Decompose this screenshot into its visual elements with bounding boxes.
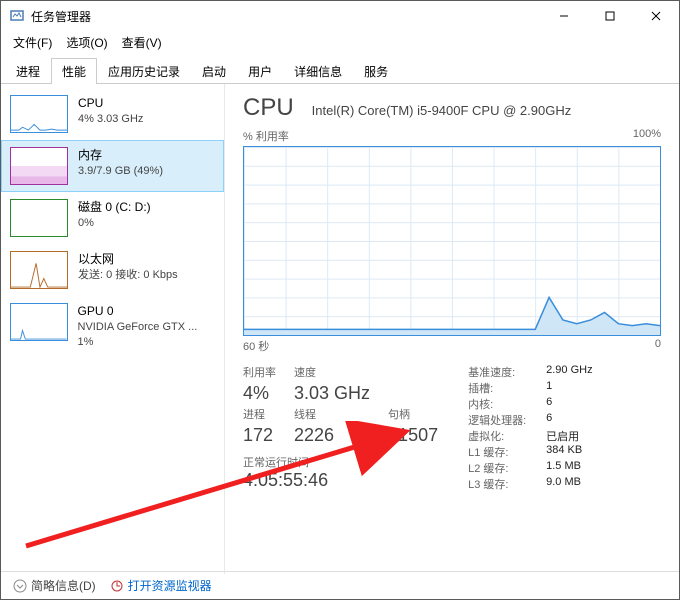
memory-thumb — [10, 147, 68, 185]
cpu-chart — [243, 146, 661, 336]
speed: 3.03 GHz — [294, 383, 370, 405]
chart-ymax: 100% — [633, 128, 661, 144]
menu-file[interactable]: 文件(F) — [13, 34, 52, 51]
menu-view[interactable]: 查看(V) — [122, 34, 162, 51]
processes: 172 — [243, 425, 276, 447]
disk-thumb — [10, 199, 68, 237]
cpu-model: Intel(R) Core(TM) i5-9400F CPU @ 2.90GHz — [312, 103, 572, 118]
titlebar: 任务管理器 — [1, 1, 679, 31]
tab-startup[interactable]: 启动 — [191, 58, 237, 84]
utilization: 4% — [243, 383, 276, 405]
sidebar-item-disk[interactable]: 磁盘 0 (C: D:)0% — [1, 192, 224, 244]
chart-xmin: 0 — [655, 338, 661, 354]
cpu-heading: CPU — [243, 94, 294, 122]
menubar: 文件(F) 选项(O) 查看(V) — [1, 31, 679, 53]
content: CPU4% 3.03 GHz 内存3.9/7.9 GB (49%) 磁盘 0 (… — [1, 84, 679, 574]
fewer-details-button[interactable]: 简略信息(D) — [13, 577, 96, 594]
app-icon — [9, 8, 25, 24]
tab-performance[interactable]: 性能 — [51, 58, 97, 84]
minimize-button[interactable] — [541, 1, 587, 31]
chevron-down-icon — [13, 579, 27, 593]
menu-options[interactable]: 选项(O) — [66, 34, 107, 51]
footer: 简略信息(D) 打开资源监视器 — [1, 571, 679, 599]
window-title: 任务管理器 — [31, 8, 91, 25]
tab-processes[interactable]: 进程 — [5, 58, 51, 84]
base-speed: 2.90 GHz — [546, 364, 592, 380]
sidebar-item-gpu[interactable]: GPU 0NVIDIA GeForce GTX ... 1% — [1, 296, 224, 358]
chart-xmax: 60 秒 — [243, 338, 269, 354]
stats: 利用率 速度 4% 3.03 GHz 进程 线程 句柄 172 2226 815… — [243, 364, 661, 492]
tab-users[interactable]: 用户 — [237, 58, 283, 84]
tabs: 进程 性能 应用历史记录 启动 用户 详细信息 服务 — [1, 57, 679, 84]
maximize-button[interactable] — [587, 1, 633, 31]
cpu-thumb — [10, 95, 68, 133]
gpu-thumb — [10, 303, 68, 341]
resmon-icon — [110, 579, 124, 593]
main-panel: CPU Intel(R) Core(TM) i5-9400F CPU @ 2.9… — [225, 84, 679, 574]
sidebar-item-ethernet[interactable]: 以太网发送: 0 接收: 0 Kbps — [1, 244, 224, 296]
tab-services[interactable]: 服务 — [353, 58, 399, 84]
sidebar-item-memory[interactable]: 内存3.9/7.9 GB (49%) — [1, 140, 224, 192]
chart-ylabel: % 利用率 — [243, 128, 289, 144]
handles: 81507 — [388, 425, 438, 447]
tab-details[interactable]: 详细信息 — [283, 58, 353, 84]
window-controls — [541, 1, 679, 31]
sidebar-item-cpu[interactable]: CPU4% 3.03 GHz — [1, 88, 224, 140]
threads: 2226 — [294, 425, 370, 447]
close-button[interactable] — [633, 1, 679, 31]
uptime: 4:05:55:46 — [243, 470, 438, 491]
ethernet-thumb — [10, 251, 68, 289]
tab-app-history[interactable]: 应用历史记录 — [97, 58, 191, 84]
open-resmon-link[interactable]: 打开资源监视器 — [110, 577, 212, 594]
sidebar: CPU4% 3.03 GHz 内存3.9/7.9 GB (49%) 磁盘 0 (… — [1, 84, 225, 574]
